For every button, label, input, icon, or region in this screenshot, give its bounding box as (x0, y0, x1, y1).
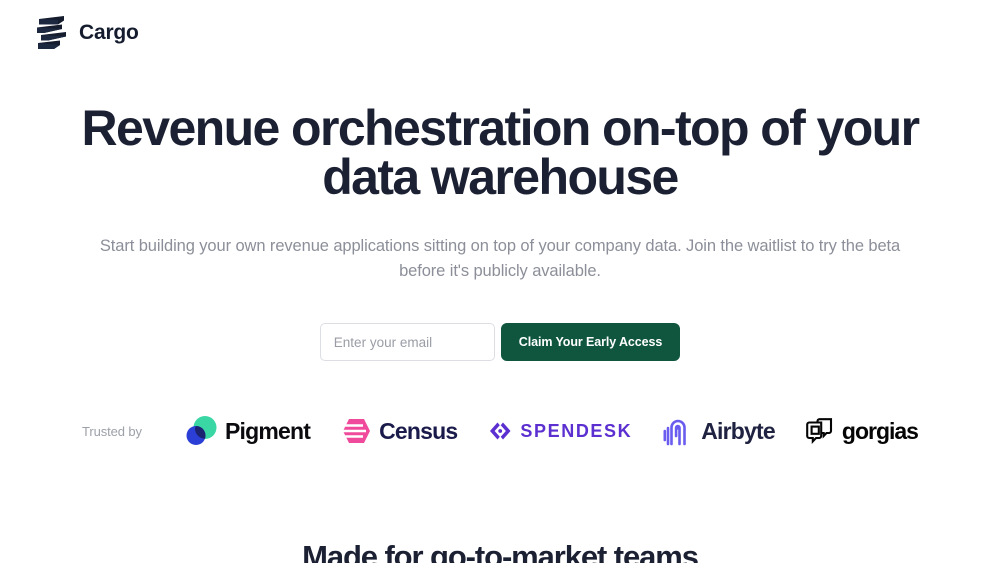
logo-census: Census (340, 415, 458, 447)
logo-word-airbyte: Airbyte (701, 417, 775, 444)
page-title: Revenue orchestration on-top of your dat… (81, 100, 921, 205)
logo-airbyte: Airbyte (662, 414, 776, 448)
next-section-title: Made for go-to-market teams (302, 540, 699, 563)
trusted-by-strip: Trusted by Pigment Census SPENDESK Airby… (0, 414, 1000, 448)
landing-page: Cargo Revenue orchestration on-top of yo… (0, 0, 1000, 563)
site-header: Cargo (0, 0, 1000, 66)
claim-early-access-button[interactable]: Claim Your Early Access (500, 323, 681, 361)
next-section-teaser: Made for go-to-market teams (0, 540, 1000, 563)
logo-word-pigment: Pigment (224, 417, 311, 444)
spendesk-chevrons-icon (490, 422, 511, 440)
cargo-stacked-layers-icon (37, 16, 66, 49)
pigment-circles-icon (186, 416, 217, 445)
waitlist-signup-form: Claim Your Early Access (0, 323, 1000, 361)
trusted-by-label: Trusted by (82, 423, 142, 439)
census-hexagon-icon (342, 419, 371, 443)
hero-subtitle: Start building your own revenue applicat… (99, 237, 901, 280)
brand-logo-link[interactable]: Cargo (36, 15, 139, 51)
logo-spendesk: SPENDESK (487, 418, 632, 444)
brand-name: Cargo (79, 21, 139, 44)
logo-pigment: Pigment (184, 414, 311, 448)
logo-word-census: Census (379, 417, 458, 444)
email-field[interactable] (319, 323, 495, 361)
logo-word-spendesk: SPENDESK (520, 421, 633, 441)
hero-section: Revenue orchestration on-top of your dat… (0, 66, 1000, 284)
airbyte-arch-icon (663, 419, 687, 446)
logo-gorgias: gorgias (805, 416, 919, 446)
logo-word-gorgias: gorgias (841, 417, 919, 444)
gorgias-bubbles-icon (806, 418, 832, 445)
